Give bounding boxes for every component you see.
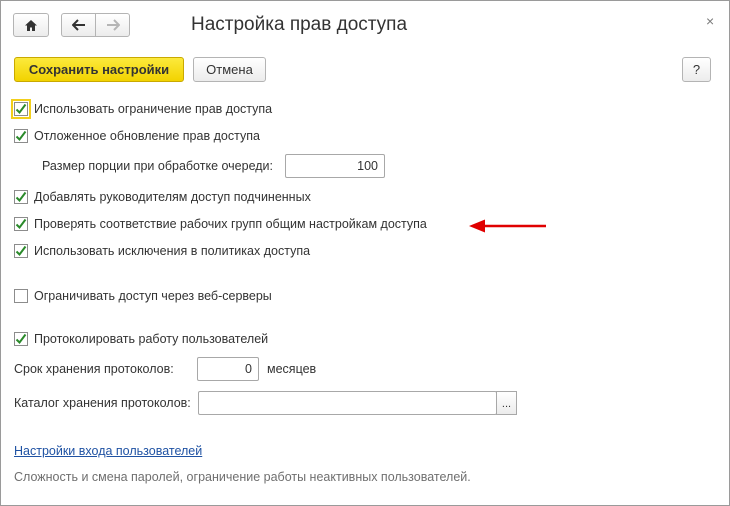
log-retention-label: Срок хранения протоколов:: [14, 362, 174, 376]
help-button[interactable]: ?: [682, 57, 711, 82]
check-groups-option[interactable]: Проверять соответствие рабочих групп общ…: [14, 214, 427, 234]
managers-access-label: Добавлять руководителям доступ подчиненн…: [34, 190, 311, 204]
use-exceptions-label: Использовать исключения в политиках дост…: [34, 244, 311, 258]
restrict-web-label: Ограничивать доступ через веб-серверы: [34, 289, 272, 303]
deferred-update-option[interactable]: Отложенное обновление прав доступа: [14, 126, 260, 146]
checkmark-icon: [15, 333, 27, 345]
log-work-option[interactable]: Протоколировать работу пользователей: [14, 329, 268, 349]
use-exceptions-option[interactable]: Использовать исключения в политиках дост…: [14, 241, 310, 261]
use-restrictions-label: Использовать ограничение прав доступа: [34, 102, 273, 116]
log-retention-unit-row: месяцев: [267, 359, 316, 379]
check-groups-checkbox[interactable]: [14, 217, 28, 231]
use-restrictions-option[interactable]: Использовать ограничение прав доступа: [11, 99, 273, 119]
window-title: Настройка прав доступа: [191, 14, 408, 35]
checkmark-icon: [15, 130, 27, 142]
managers-access-option[interactable]: Добавлять руководителям доступ подчиненн…: [14, 187, 311, 207]
portion-size-label: Размер порции при обработке очереди:: [42, 159, 274, 173]
login-settings-link[interactable]: Настройки входа пользователей: [14, 444, 202, 458]
restrict-web-checkbox[interactable]: [14, 289, 28, 303]
log-catalog-label: Каталог хранения протоколов:: [14, 396, 191, 410]
log-work-checkbox[interactable]: [14, 332, 28, 346]
log-catalog-input[interactable]: [198, 391, 497, 415]
cancel-button[interactable]: Отмена: [193, 57, 266, 82]
choose-catalog-button[interactable]: ...: [496, 391, 517, 415]
arrow-left-icon: [71, 19, 85, 31]
portion-size-input[interactable]: [285, 154, 385, 178]
home-button[interactable]: [13, 13, 49, 37]
checkmark-icon: [15, 103, 27, 115]
forward-button[interactable]: [95, 13, 130, 37]
managers-access-checkbox[interactable]: [14, 190, 28, 204]
checkmark-icon: [15, 218, 27, 230]
checkmark-icon: [15, 191, 27, 203]
log-retention-input[interactable]: [197, 357, 259, 381]
save-settings-button[interactable]: Сохранить настройки: [14, 57, 184, 82]
log-catalog-row: Каталог хранения протоколов:: [14, 393, 191, 413]
login-settings-description: Сложность и смена паролей, ограничение р…: [14, 470, 471, 484]
close-icon[interactable]: ×: [706, 13, 714, 29]
home-icon: [25, 19, 37, 31]
checkmark-icon: [15, 245, 27, 257]
annotation-arrow-icon: [469, 219, 546, 233]
access-settings-window: Настройка прав доступа × Сохранить настр…: [0, 0, 730, 506]
log-retention-unit: месяцев: [267, 362, 317, 376]
arrow-right-icon: [106, 19, 120, 31]
check-groups-label: Проверять соответствие рабочих групп общ…: [34, 217, 427, 231]
deferred-update-label: Отложенное обновление прав доступа: [34, 129, 260, 143]
back-button[interactable]: [61, 13, 96, 37]
use-restrictions-checkbox[interactable]: [11, 99, 31, 119]
deferred-update-checkbox[interactable]: [14, 129, 28, 143]
use-exceptions-checkbox[interactable]: [14, 244, 28, 258]
portion-size-row: Размер порции при обработке очереди:: [42, 156, 273, 176]
log-work-label: Протоколировать работу пользователей: [34, 332, 269, 346]
log-retention-row: Срок хранения протоколов:: [14, 359, 174, 379]
restrict-web-option[interactable]: Ограничивать доступ через веб-серверы: [14, 286, 272, 306]
